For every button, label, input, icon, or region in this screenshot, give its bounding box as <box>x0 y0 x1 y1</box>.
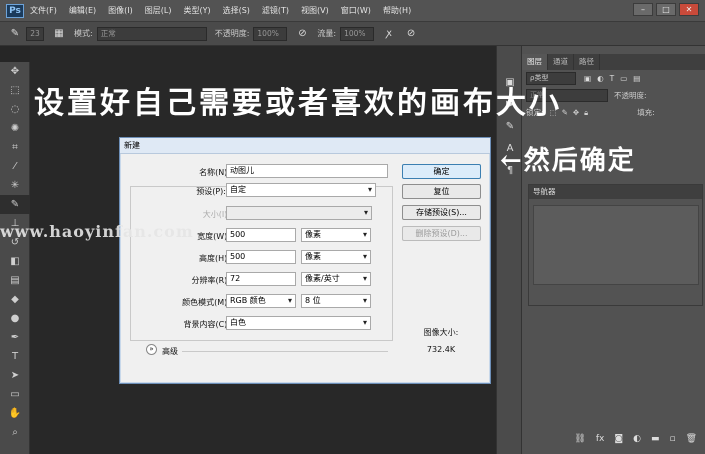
preset-label: 预设(P): <box>196 187 226 196</box>
resolution-label: 分辨率(R): <box>191 276 231 285</box>
delete-preset-button: 删除预设(D)... <box>402 226 481 241</box>
advanced-divider <box>182 351 388 352</box>
annotation-side: ←然后确定 <box>500 146 636 176</box>
layers-tabs: 图层 通道 路径 <box>522 54 705 70</box>
minimize-icon[interactable]: – <box>633 3 653 16</box>
dodge-tool-icon[interactable]: ● <box>0 309 30 328</box>
ok-button[interactable]: 确定 <box>402 164 481 179</box>
menu-help[interactable]: 帮助(H) <box>383 5 411 16</box>
advanced-label: 高级 <box>162 347 178 356</box>
menu-view[interactable]: 视图(V) <box>301 5 329 16</box>
annotation-main: 设置好自己需要或者喜欢的画布大小 <box>34 86 562 121</box>
layer-opacity-label: 不透明度: <box>614 91 647 100</box>
height-label: 高度(H): <box>199 254 230 263</box>
hand-tool-icon[interactable]: ✋ <box>0 404 30 423</box>
menu-layer[interactable]: 图层(L) <box>145 5 172 16</box>
menu-select[interactable]: 选择(S) <box>223 5 250 16</box>
layers-bottom-icons: ⛓ fx ◙ ◐ ▬ ▫ 🗑︎ <box>528 434 703 448</box>
trash-icon[interactable]: 🗑︎ <box>686 434 697 448</box>
mode-select[interactable]: 正常 <box>96 26 207 41</box>
type-tool-icon[interactable]: T <box>0 347 30 366</box>
link-icon[interactable]: ⛓ <box>574 434 585 448</box>
quick-select-tool-icon[interactable]: ✺ <box>0 119 30 138</box>
path-select-tool-icon[interactable]: ➤ <box>0 366 30 385</box>
tab-channels[interactable]: 通道 <box>548 54 574 70</box>
new-document-dialog: 新建 名称(N): 动图儿 预设(P): 自定 大小(I): 宽度(W): 50… <box>119 137 491 384</box>
tab-paths[interactable]: 路径 <box>574 54 600 70</box>
menu-bar: Ps 文件(F) 编辑(E) 图像(I) 图层(L) 类型(Y) 选择(S) 滤… <box>0 0 705 22</box>
flow-field[interactable]: 100% <box>340 26 375 41</box>
blur-tool-icon[interactable]: ◆ <box>0 290 30 309</box>
menu-image[interactable]: 图像(I) <box>108 5 133 16</box>
brush-panel-icon[interactable]: ▦ <box>52 27 66 41</box>
mode-label: 模式: <box>74 29 93 38</box>
color-mode-label: 颜色模式(M): <box>182 298 230 307</box>
move-tool-icon[interactable]: ✥ <box>0 62 30 81</box>
tools-panel: ✥ ⬚ ◌ ✺ ⌗ ⁄ ✳ ✎ ⊥ ↺ ◧ ▤ ◆ ● ✒ T ➤ ▭ ✋ ⌕ <box>0 62 30 454</box>
window-controls: – □ ✕ <box>633 3 699 16</box>
advanced-toggle-icon[interactable]: » <box>146 344 157 355</box>
pen-tool-icon[interactable]: ✒ <box>0 328 30 347</box>
background-select[interactable]: 白色 <box>226 316 371 330</box>
menu-type[interactable]: 类型(Y) <box>183 5 210 16</box>
preset-select[interactable]: 自定 <box>226 183 376 197</box>
brush-tool-icon[interactable]: ✎ <box>0 195 30 214</box>
close-icon[interactable]: ✕ <box>679 3 699 16</box>
menu-filter[interactable]: 滤镜(T) <box>262 5 289 16</box>
marquee-tool-icon[interactable]: ⬚ <box>0 81 30 100</box>
navigator-title: 导航器 <box>529 185 702 199</box>
name-input[interactable]: 动图儿 <box>226 164 388 178</box>
height-input[interactable]: 500 <box>226 250 296 264</box>
layer-filter-icons[interactable]: ▣◐T▭▤ <box>584 74 646 83</box>
folder-icon[interactable]: ▬ <box>651 434 660 448</box>
image-size-value: 732.4K <box>426 345 456 354</box>
mask-icon[interactable]: ◙ <box>614 434 623 448</box>
fx-icon[interactable]: fx <box>596 434 605 448</box>
name-label: 名称(N): <box>199 168 230 177</box>
background-label: 背景内容(C): <box>183 320 230 329</box>
opacity-label: 不透明度: <box>214 29 250 38</box>
airbrush-icon[interactable]: ꭗ <box>382 27 396 41</box>
flow-label: 流量: <box>317 29 337 38</box>
shape-tool-icon[interactable]: ▭ <box>0 385 30 404</box>
new-layer-icon[interactable]: ▫ <box>669 434 675 448</box>
healing-tool-icon[interactable]: ✳ <box>0 176 30 195</box>
eyedropper-tool-icon[interactable]: ⁄ <box>0 157 30 176</box>
options-bar: ✎ 23 ▦ 模式: 正常 不透明度: 100% ⊘ 流量: 100% ꭗ ⊘ <box>0 22 705 46</box>
menu-file[interactable]: 文件(F) <box>30 5 57 16</box>
image-size-label: 图像大小: <box>423 328 459 337</box>
navigator-preview <box>533 205 699 285</box>
maximize-icon[interactable]: □ <box>656 3 676 16</box>
navigator-panel: 导航器 <box>528 184 703 306</box>
resolution-input[interactable]: 72 <box>226 272 296 286</box>
color-mode-select[interactable]: RGB 颜色 <box>226 294 296 308</box>
photoshop-logo: Ps <box>6 3 24 18</box>
resolution-unit-select[interactable]: 像素/英寸 <box>301 272 371 286</box>
crop-tool-icon[interactable]: ⌗ <box>0 138 30 157</box>
watermark: www.haoyinfan.com <box>0 222 194 241</box>
brush-tool-icon[interactable]: ✎ <box>8 27 22 41</box>
brush-size-field[interactable]: 23 <box>26 26 44 41</box>
width-input[interactable]: 500 <box>226 228 296 242</box>
width-unit-select[interactable]: 像素 <box>301 228 371 242</box>
height-unit-select[interactable]: 像素 <box>301 250 371 264</box>
size-label: 大小(I): <box>202 210 230 219</box>
pressure-opacity-icon[interactable]: ⊘ <box>295 27 309 41</box>
tab-layers[interactable]: 图层 <box>522 54 548 70</box>
gradient-tool-icon[interactable]: ▤ <box>0 271 30 290</box>
size-select <box>226 206 372 220</box>
zoom-tool-icon[interactable]: ⌕ <box>0 423 30 442</box>
reset-button[interactable]: 复位 <box>402 184 481 199</box>
save-preset-button[interactable]: 存储预设(S)... <box>402 205 481 220</box>
eraser-tool-icon[interactable]: ◧ <box>0 252 30 271</box>
menu-window[interactable]: 窗口(W) <box>341 5 371 16</box>
menu-edit[interactable]: 编辑(E) <box>69 5 96 16</box>
adjustment-icon[interactable]: ◐ <box>633 434 641 448</box>
pressure-size-icon[interactable]: ⊘ <box>404 27 418 41</box>
bit-depth-select[interactable]: 8 位 <box>301 294 371 308</box>
dialog-title: 新建 <box>120 138 490 154</box>
opacity-field[interactable]: 100% <box>253 26 288 41</box>
lasso-tool-icon[interactable]: ◌ <box>0 100 30 119</box>
fill-label: 填充: <box>637 108 655 117</box>
